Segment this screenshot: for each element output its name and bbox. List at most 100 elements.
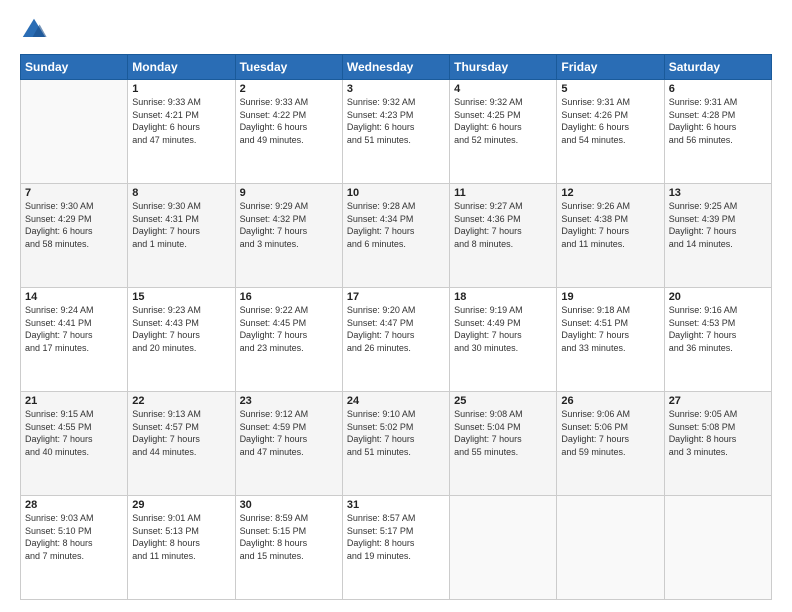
header — [20, 16, 772, 44]
calendar-cell — [664, 496, 771, 600]
day-number: 22 — [132, 395, 230, 407]
calendar-cell: 27Sunrise: 9:05 AM Sunset: 5:08 PM Dayli… — [664, 392, 771, 496]
page: SundayMondayTuesdayWednesdayThursdayFrid… — [0, 0, 792, 612]
day-info: Sunrise: 9:15 AM Sunset: 4:55 PM Dayligh… — [25, 408, 123, 458]
day-number: 11 — [454, 187, 552, 199]
day-number: 3 — [347, 83, 445, 95]
day-number: 9 — [240, 187, 338, 199]
calendar-cell: 17Sunrise: 9:20 AM Sunset: 4:47 PM Dayli… — [342, 288, 449, 392]
day-info: Sunrise: 9:30 AM Sunset: 4:31 PM Dayligh… — [132, 200, 230, 250]
day-info: Sunrise: 9:16 AM Sunset: 4:53 PM Dayligh… — [669, 304, 767, 354]
day-number: 26 — [561, 395, 659, 407]
day-info: Sunrise: 9:25 AM Sunset: 4:39 PM Dayligh… — [669, 200, 767, 250]
day-info: Sunrise: 8:57 AM Sunset: 5:17 PM Dayligh… — [347, 512, 445, 562]
day-number: 23 — [240, 395, 338, 407]
day-info: Sunrise: 9:31 AM Sunset: 4:26 PM Dayligh… — [561, 96, 659, 146]
day-number: 14 — [25, 291, 123, 303]
calendar-cell: 5Sunrise: 9:31 AM Sunset: 4:26 PM Daylig… — [557, 80, 664, 184]
day-number: 1 — [132, 83, 230, 95]
calendar-cell: 25Sunrise: 9:08 AM Sunset: 5:04 PM Dayli… — [450, 392, 557, 496]
day-header-sunday: Sunday — [21, 55, 128, 80]
calendar-cell — [21, 80, 128, 184]
calendar-cell: 30Sunrise: 8:59 AM Sunset: 5:15 PM Dayli… — [235, 496, 342, 600]
calendar-row-1: 1Sunrise: 9:33 AM Sunset: 4:21 PM Daylig… — [21, 80, 772, 184]
calendar-cell: 20Sunrise: 9:16 AM Sunset: 4:53 PM Dayli… — [664, 288, 771, 392]
calendar-cell: 3Sunrise: 9:32 AM Sunset: 4:23 PM Daylig… — [342, 80, 449, 184]
header-row: SundayMondayTuesdayWednesdayThursdayFrid… — [21, 55, 772, 80]
day-info: Sunrise: 9:31 AM Sunset: 4:28 PM Dayligh… — [669, 96, 767, 146]
day-number: 18 — [454, 291, 552, 303]
day-number: 28 — [25, 499, 123, 511]
day-number: 30 — [240, 499, 338, 511]
day-number: 15 — [132, 291, 230, 303]
calendar-table: SundayMondayTuesdayWednesdayThursdayFrid… — [20, 54, 772, 600]
day-header-thursday: Thursday — [450, 55, 557, 80]
calendar-row-3: 14Sunrise: 9:24 AM Sunset: 4:41 PM Dayli… — [21, 288, 772, 392]
calendar-cell: 2Sunrise: 9:33 AM Sunset: 4:22 PM Daylig… — [235, 80, 342, 184]
logo-icon — [20, 16, 48, 44]
day-info: Sunrise: 9:18 AM Sunset: 4:51 PM Dayligh… — [561, 304, 659, 354]
day-number: 12 — [561, 187, 659, 199]
calendar-header: SundayMondayTuesdayWednesdayThursdayFrid… — [21, 55, 772, 80]
day-number: 5 — [561, 83, 659, 95]
day-header-wednesday: Wednesday — [342, 55, 449, 80]
day-number: 2 — [240, 83, 338, 95]
calendar-cell: 7Sunrise: 9:30 AM Sunset: 4:29 PM Daylig… — [21, 184, 128, 288]
day-info: Sunrise: 9:05 AM Sunset: 5:08 PM Dayligh… — [669, 408, 767, 458]
day-number: 10 — [347, 187, 445, 199]
calendar-cell: 22Sunrise: 9:13 AM Sunset: 4:57 PM Dayli… — [128, 392, 235, 496]
calendar-row-2: 7Sunrise: 9:30 AM Sunset: 4:29 PM Daylig… — [21, 184, 772, 288]
day-info: Sunrise: 9:10 AM Sunset: 5:02 PM Dayligh… — [347, 408, 445, 458]
day-info: Sunrise: 9:33 AM Sunset: 4:21 PM Dayligh… — [132, 96, 230, 146]
day-number: 25 — [454, 395, 552, 407]
day-number: 7 — [25, 187, 123, 199]
day-info: Sunrise: 9:27 AM Sunset: 4:36 PM Dayligh… — [454, 200, 552, 250]
calendar-cell: 14Sunrise: 9:24 AM Sunset: 4:41 PM Dayli… — [21, 288, 128, 392]
day-number: 27 — [669, 395, 767, 407]
calendar-body: 1Sunrise: 9:33 AM Sunset: 4:21 PM Daylig… — [21, 80, 772, 600]
calendar-row-5: 28Sunrise: 9:03 AM Sunset: 5:10 PM Dayli… — [21, 496, 772, 600]
day-info: Sunrise: 9:29 AM Sunset: 4:32 PM Dayligh… — [240, 200, 338, 250]
logo — [20, 16, 52, 44]
calendar-cell: 16Sunrise: 9:22 AM Sunset: 4:45 PM Dayli… — [235, 288, 342, 392]
day-number: 17 — [347, 291, 445, 303]
calendar-cell: 1Sunrise: 9:33 AM Sunset: 4:21 PM Daylig… — [128, 80, 235, 184]
day-info: Sunrise: 9:23 AM Sunset: 4:43 PM Dayligh… — [132, 304, 230, 354]
calendar-cell: 18Sunrise: 9:19 AM Sunset: 4:49 PM Dayli… — [450, 288, 557, 392]
day-info: Sunrise: 9:08 AM Sunset: 5:04 PM Dayligh… — [454, 408, 552, 458]
day-number: 21 — [25, 395, 123, 407]
day-number: 8 — [132, 187, 230, 199]
calendar-cell — [450, 496, 557, 600]
calendar-row-4: 21Sunrise: 9:15 AM Sunset: 4:55 PM Dayli… — [21, 392, 772, 496]
calendar-cell: 13Sunrise: 9:25 AM Sunset: 4:39 PM Dayli… — [664, 184, 771, 288]
calendar-cell: 11Sunrise: 9:27 AM Sunset: 4:36 PM Dayli… — [450, 184, 557, 288]
day-number: 19 — [561, 291, 659, 303]
calendar-cell: 24Sunrise: 9:10 AM Sunset: 5:02 PM Dayli… — [342, 392, 449, 496]
day-number: 13 — [669, 187, 767, 199]
day-header-monday: Monday — [128, 55, 235, 80]
day-info: Sunrise: 9:01 AM Sunset: 5:13 PM Dayligh… — [132, 512, 230, 562]
calendar-cell — [557, 496, 664, 600]
day-info: Sunrise: 9:22 AM Sunset: 4:45 PM Dayligh… — [240, 304, 338, 354]
day-info: Sunrise: 9:28 AM Sunset: 4:34 PM Dayligh… — [347, 200, 445, 250]
day-info: Sunrise: 9:26 AM Sunset: 4:38 PM Dayligh… — [561, 200, 659, 250]
day-header-saturday: Saturday — [664, 55, 771, 80]
day-info: Sunrise: 8:59 AM Sunset: 5:15 PM Dayligh… — [240, 512, 338, 562]
day-number: 24 — [347, 395, 445, 407]
day-info: Sunrise: 9:03 AM Sunset: 5:10 PM Dayligh… — [25, 512, 123, 562]
calendar-cell: 4Sunrise: 9:32 AM Sunset: 4:25 PM Daylig… — [450, 80, 557, 184]
day-number: 31 — [347, 499, 445, 511]
day-info: Sunrise: 9:32 AM Sunset: 4:23 PM Dayligh… — [347, 96, 445, 146]
day-info: Sunrise: 9:20 AM Sunset: 4:47 PM Dayligh… — [347, 304, 445, 354]
day-number: 29 — [132, 499, 230, 511]
calendar-cell: 21Sunrise: 9:15 AM Sunset: 4:55 PM Dayli… — [21, 392, 128, 496]
day-header-friday: Friday — [557, 55, 664, 80]
calendar-cell: 6Sunrise: 9:31 AM Sunset: 4:28 PM Daylig… — [664, 80, 771, 184]
calendar-cell: 23Sunrise: 9:12 AM Sunset: 4:59 PM Dayli… — [235, 392, 342, 496]
calendar-cell: 28Sunrise: 9:03 AM Sunset: 5:10 PM Dayli… — [21, 496, 128, 600]
day-number: 6 — [669, 83, 767, 95]
day-info: Sunrise: 9:12 AM Sunset: 4:59 PM Dayligh… — [240, 408, 338, 458]
day-header-tuesday: Tuesday — [235, 55, 342, 80]
calendar-cell: 12Sunrise: 9:26 AM Sunset: 4:38 PM Dayli… — [557, 184, 664, 288]
day-info: Sunrise: 9:33 AM Sunset: 4:22 PM Dayligh… — [240, 96, 338, 146]
